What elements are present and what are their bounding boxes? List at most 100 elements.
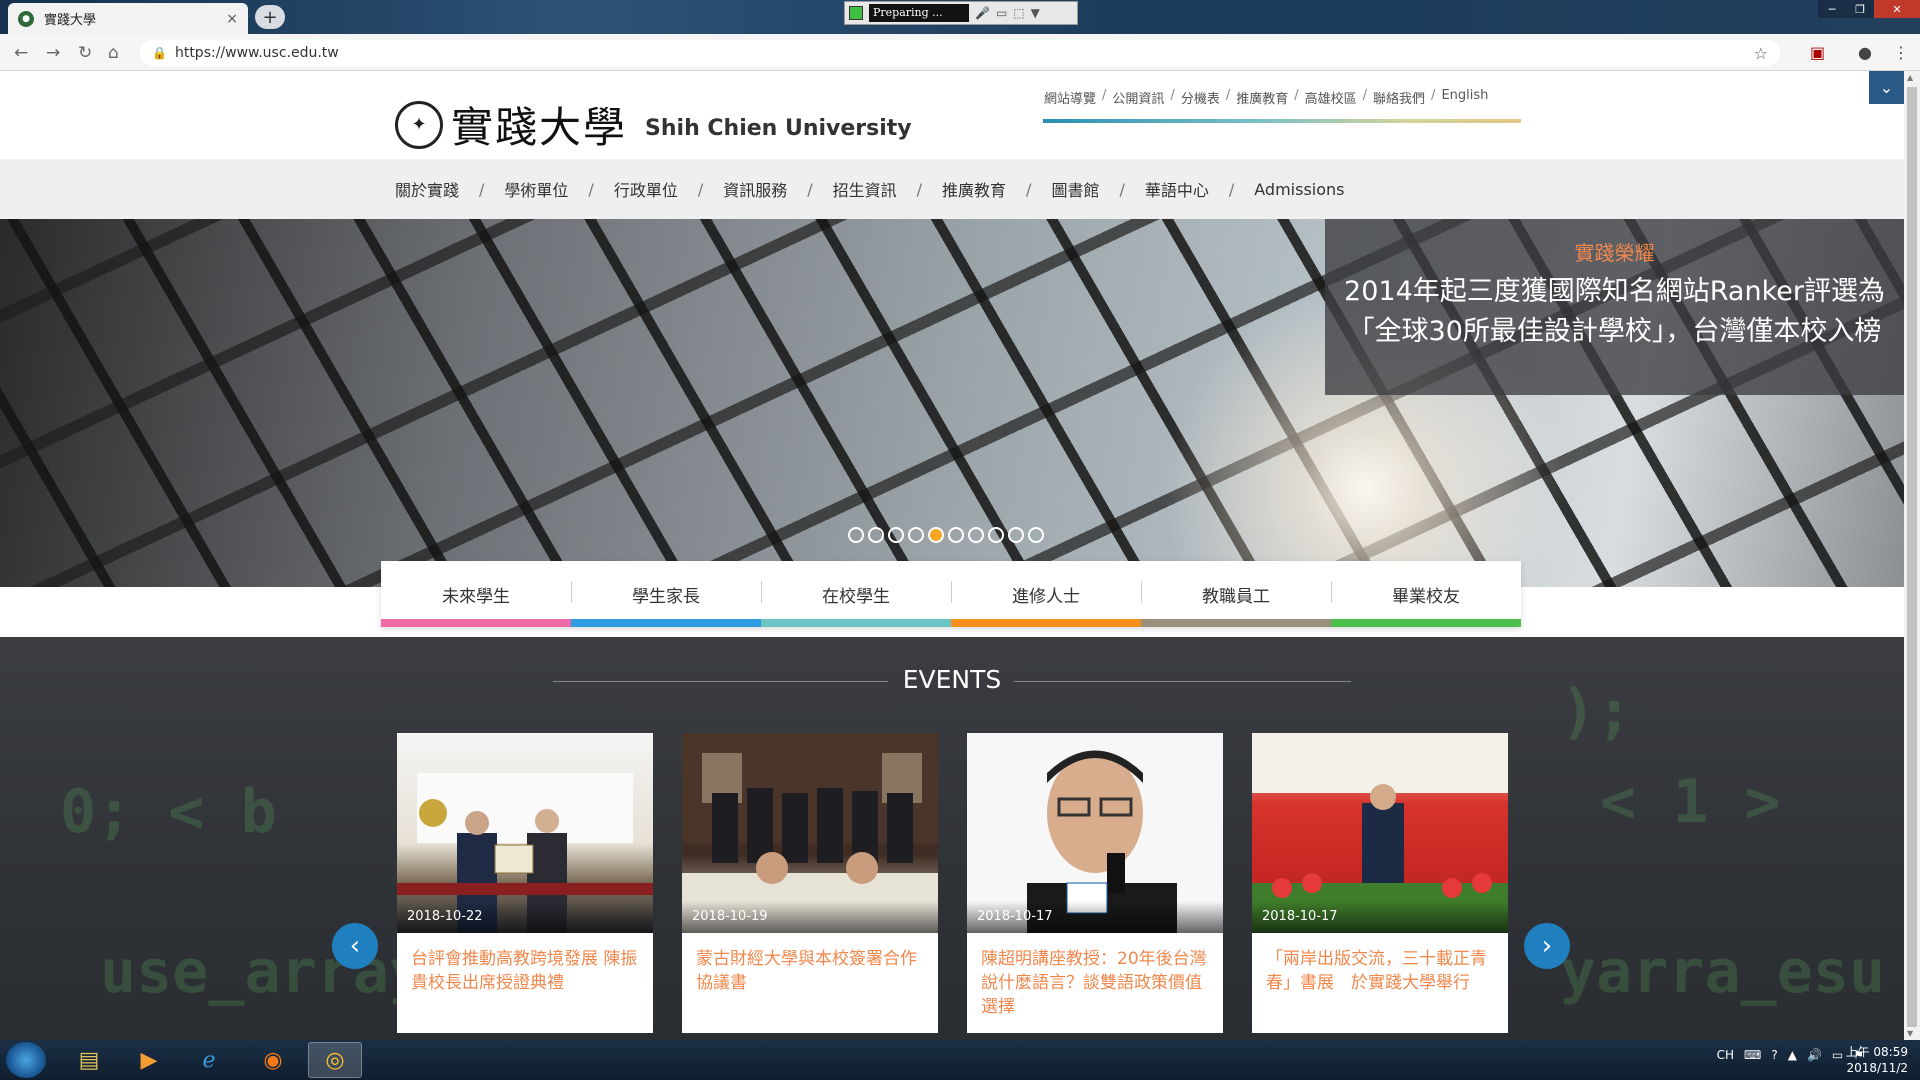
scroll-down-icon[interactable]: ▼ [1907, 1029, 1913, 1038]
back-arrow-icon[interactable]: ← [14, 43, 28, 63]
media-player-icon[interactable]: ▶ [122, 1042, 176, 1078]
background-code-decoration: < 1 > [1600, 767, 1781, 837]
top-link-english[interactable]: English [1441, 88, 1488, 107]
event-title[interactable]: 蒙古財經大學與本校簽署合作協議書 [696, 947, 924, 995]
audience-tab[interactable]: 未來學生 [381, 561, 571, 627]
volume-icon[interactable]: 🔊 [1807, 1048, 1822, 1062]
tray-overflow-chevron-icon[interactable]: ▲ [1788, 1048, 1797, 1062]
region-select-icon[interactable]: ⬚ [1013, 6, 1024, 20]
event-title[interactable]: 台評會推動高教跨境發展 陳振貴校長出席授證典禮 [411, 947, 639, 995]
page-viewport: ✦ 實踐大學 Shih Chien University 網站導覽 / 公開資訊 /… [0, 71, 1904, 1040]
new-tab-button[interactable]: + [255, 5, 285, 29]
audience-tab-label: 學生家長 [632, 586, 700, 607]
firefox-icon[interactable]: ◉ [246, 1042, 300, 1078]
nav-item[interactable]: 推廣教育 [942, 177, 1006, 201]
tab-close-icon[interactable]: × [226, 11, 238, 27]
system-tray: CH ⌨ ? ▲ 🔊 ▭ ⚑ [1717, 1048, 1864, 1062]
event-card[interactable]: 2018-10-17 陳超明講座教授：20年後台灣說什麼語言？談雙語政策價值選擇 [967, 733, 1223, 1033]
forward-arrow-icon[interactable]: → [46, 43, 60, 63]
audience-tab[interactable]: 進修人士 [951, 561, 1141, 627]
reload-icon[interactable]: ↻ [78, 43, 92, 63]
top-link[interactable]: 聯絡我們 [1373, 88, 1425, 107]
event-card[interactable]: 2018-10-17 「兩岸出版交流，三十載正青春」書展 於實踐大學舉行 [1252, 733, 1508, 1033]
carousel-dot[interactable] [868, 527, 884, 543]
event-card[interactable]: 2018-10-22 台評會推動高教跨境發展 陳振貴校長出席授證典禮 [397, 733, 653, 1033]
collapse-header-chevron-icon[interactable]: ⌄ [1869, 71, 1904, 104]
keyboard-icon[interactable]: ⌨ [1744, 1048, 1761, 1062]
top-link[interactable]: 高雄校區 [1305, 88, 1357, 107]
top-link[interactable]: 推廣教育 [1236, 88, 1288, 107]
audience-tab[interactable]: 在校學生 [761, 561, 951, 627]
top-link[interactable]: 分機表 [1181, 88, 1220, 107]
nav-item[interactable]: 行政單位 [614, 177, 678, 201]
carousel-prev-arrow-icon[interactable]: ‹ [332, 923, 378, 969]
menu-kebab-icon[interactable]: ⋮ [1893, 43, 1909, 62]
events-section: 0; < b use_array ); < 1 > yarra_esu EVEN… [0, 637, 1904, 1040]
pdf-extension-icon[interactable]: ▣ [1810, 43, 1825, 62]
carousel-dot[interactable] [988, 527, 1004, 543]
microphone-icon[interactable]: 🎤 [975, 6, 990, 20]
chrome-icon[interactable]: ◎ [308, 1042, 362, 1078]
event-title[interactable]: 陳超明講座教授：20年後台灣說什麼語言？談雙語政策價值選擇 [981, 947, 1209, 1019]
nav-item[interactable]: 圖書館 [1051, 177, 1099, 201]
page-scrollbar[interactable]: ▲ ▼ [1904, 71, 1920, 1040]
event-date: 2018-10-17 [1252, 901, 1508, 933]
audience-tab[interactable]: 畢業校友 [1331, 561, 1521, 627]
carousel-dot[interactable] [888, 527, 904, 543]
camera-icon[interactable]: ▭ [996, 6, 1007, 20]
scroll-up-icon[interactable]: ▲ [1907, 73, 1913, 82]
home-icon[interactable]: ⌂ [108, 43, 119, 63]
nav-item[interactable]: 關於實踐 [395, 177, 459, 201]
internet-explorer-icon[interactable]: ℯ [182, 1042, 236, 1078]
bookmark-star-icon[interactable]: ☆ [1754, 44, 1768, 63]
input-language-indicator[interactable]: CH [1717, 1048, 1734, 1062]
university-seal-icon: ✦ [395, 100, 443, 149]
recorder-menu-chevron-icon[interactable]: ▼ [1031, 6, 1040, 20]
nav-item[interactable]: 學術單位 [504, 177, 568, 201]
help-icon[interactable]: ? [1771, 1048, 1777, 1062]
audience-tab[interactable]: 學生家長 [571, 561, 761, 627]
carousel-dot[interactable] [948, 527, 964, 543]
restore-icon[interactable]: ❐ [1846, 0, 1874, 18]
nav-item[interactable]: 資訊服務 [723, 177, 787, 201]
audience-tabs: 未來學生 學生家長 在校學生 進修人士 教職員工 畢業校友 [381, 561, 1521, 627]
browser-tab-strip: ● 實踐大學 × + Preparing ... 🎤 ▭ ⬚ ▼ ─ ❐ ✕ [0, 0, 1920, 34]
carousel-dot[interactable] [848, 527, 864, 543]
carousel-dots [848, 527, 1044, 543]
nav-item-admissions[interactable]: Admissions [1254, 180, 1344, 199]
top-link[interactable]: 網站導覽 [1044, 88, 1096, 107]
url-text: https://www.usc.edu.tw [174, 45, 339, 61]
audience-color-bar [381, 619, 571, 627]
event-photo: 2018-10-19 [682, 733, 938, 933]
carousel-next-arrow-icon[interactable]: › [1524, 923, 1570, 969]
minimize-icon[interactable]: ─ [1818, 0, 1846, 18]
profile-icon[interactable]: ● [1858, 43, 1872, 62]
system-clock[interactable]: 上午 08:59 2018/11/2 [1846, 1044, 1908, 1076]
audience-tab-label: 未來學生 [442, 586, 510, 607]
site-logo[interactable]: ✦ 實踐大學 Shih Chien University [395, 94, 912, 155]
event-card[interactable]: 2018-10-19 蒙古財經大學與本校簽署合作協議書 [682, 733, 938, 1033]
audience-tab[interactable]: 教職員工 [1141, 561, 1331, 627]
carousel-dot[interactable] [968, 527, 984, 543]
file-explorer-icon[interactable]: ▤ [62, 1042, 116, 1078]
carousel-dot[interactable] [928, 527, 944, 543]
network-icon[interactable]: ▭ [1832, 1048, 1843, 1062]
hero-carousel[interactable]: 實踐榮耀 2014年起三度獲國際知名網站Ranker評選為「全球30所最佳設計學… [0, 219, 1904, 587]
carousel-dot[interactable] [1008, 527, 1024, 543]
header-accent-line [1043, 119, 1521, 123]
nav-item[interactable]: 華語中心 [1145, 177, 1209, 201]
audience-color-bar [1141, 619, 1331, 627]
start-button-icon[interactable] [6, 1042, 46, 1078]
browser-tab-active[interactable]: ● 實踐大學 × [8, 3, 248, 34]
scrollbar-thumb[interactable] [1907, 87, 1917, 1027]
carousel-dot[interactable] [1028, 527, 1044, 543]
utility-links: 網站導覽 / 公開資訊 / 分機表 / 推廣教育 / 高雄校區 / 聯絡我們 / Engli… [1044, 88, 1489, 107]
nav-item[interactable]: 招生資訊 [833, 177, 897, 201]
logo-chinese-name: 實踐大學 [451, 103, 628, 152]
top-link[interactable]: 公開資訊 [1112, 88, 1164, 107]
carousel-dot[interactable] [908, 527, 924, 543]
close-window-icon[interactable]: ✕ [1874, 0, 1920, 18]
event-title[interactable]: 「兩岸出版交流，三十載正青春」書展 於實踐大學舉行 [1266, 947, 1494, 995]
hero-caption[interactable]: 實踐榮耀 2014年起三度獲國際知名網站Ranker評選為「全球30所最佳設計學… [1325, 219, 1904, 395]
address-bar[interactable]: 🔒 https://www.usc.edu.tw ☆ [140, 40, 1780, 66]
